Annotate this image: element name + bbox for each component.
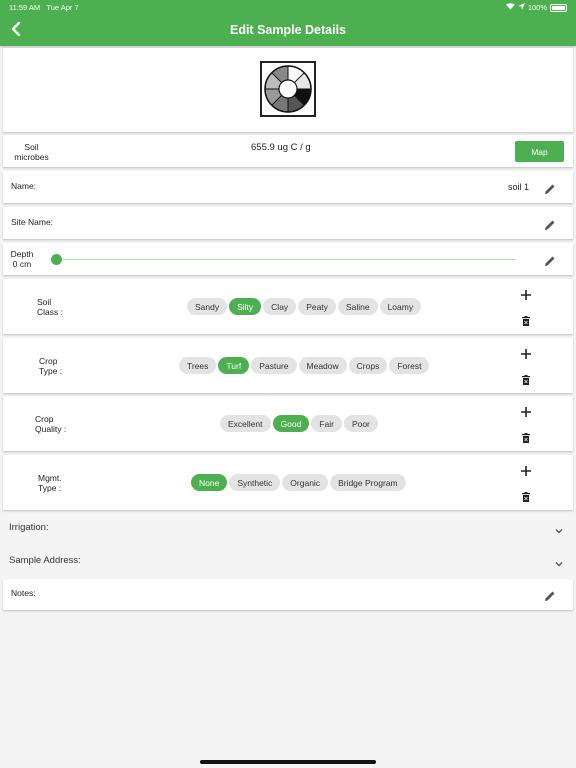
delete-crop-type-button[interactable] <box>520 373 532 385</box>
status-time: 11:59 AM Tue Apr 7 <box>9 3 79 12</box>
chip-bridge-program[interactable]: Bridge Program <box>330 474 406 491</box>
crop-type-label: Crop Type : <box>39 356 63 376</box>
chip-silty[interactable]: Silty <box>229 298 262 315</box>
chip-none[interactable]: None <box>191 474 228 491</box>
soil-class-chips: Sandy Silty Clay Peaty Saline Loamy <box>187 298 422 315</box>
logo-card <box>3 48 573 132</box>
add-crop-type-button[interactable] <box>520 347 532 359</box>
pencil-icon <box>545 256 555 266</box>
edit-site-name-button[interactable] <box>544 218 556 230</box>
mgmt-type-card: Mgmt. Type : None Synthetic Organic Brid… <box>3 455 573 510</box>
delete-crop-quality-button[interactable] <box>520 431 532 443</box>
edit-depth-button[interactable] <box>544 254 556 266</box>
edit-notes-button[interactable] <box>544 589 556 601</box>
chip-loamy[interactable]: Loamy <box>379 298 422 315</box>
pencil-icon <box>545 220 555 230</box>
depth-slider-track[interactable] <box>56 259 516 260</box>
chip-organic[interactable]: Organic <box>282 474 329 491</box>
chip-excellent[interactable]: Excellent <box>220 415 271 432</box>
chip-peaty[interactable]: Peaty <box>298 298 336 315</box>
edit-name-button[interactable] <box>544 182 556 194</box>
chip-meadow[interactable]: Meadow <box>298 357 347 374</box>
home-indicator[interactable] <box>200 760 376 764</box>
soil-microbes-value: 655.9 ug C / g <box>251 142 311 153</box>
add-mgmt-type-button[interactable] <box>520 464 532 476</box>
chip-turf[interactable]: Turf <box>218 357 250 374</box>
chip-crops[interactable]: Crops <box>348 357 388 374</box>
trash-icon <box>522 375 530 385</box>
delete-mgmt-type-button[interactable] <box>520 490 532 502</box>
depth-value: 0 cm <box>12 259 32 269</box>
notes-label: Notes: <box>11 588 36 598</box>
mgmt-type-label: Mgmt. Type : <box>38 473 62 493</box>
location-icon <box>517 3 525 12</box>
add-crop-quality-button[interactable] <box>520 405 532 417</box>
chip-good[interactable]: Good <box>272 415 310 432</box>
crop-quality-chips: Excellent Good Fair Poor <box>220 415 378 432</box>
pencil-icon <box>545 591 555 601</box>
wifi-icon <box>505 3 515 12</box>
plus-icon <box>521 407 531 417</box>
site-name-card: Site Name: <box>3 207 573 239</box>
depth-label: Depth 0 cm <box>10 249 34 269</box>
chip-sandy[interactable]: Sandy <box>187 298 228 315</box>
crop-quality-card: Crop Quality : Excellent Good Fair Poor <box>3 396 573 451</box>
depth-slider-thumb[interactable] <box>51 254 62 265</box>
chip-forest[interactable]: Forest <box>389 357 430 374</box>
trash-icon <box>522 316 530 326</box>
crop-type-chips: Trees Turf Pasture Meadow Crops Forest <box>179 357 430 374</box>
battery-percent: 100% <box>527 3 547 12</box>
page-title: Edit Sample Details <box>229 23 346 37</box>
pencil-icon <box>545 184 555 194</box>
depth-card: Depth 0 cm <box>3 243 573 275</box>
chip-synthetic[interactable]: Synthetic <box>229 474 281 491</box>
irrigation-expander[interactable]: Irrigation: <box>0 513 576 543</box>
chevron-down-icon <box>554 556 564 567</box>
chip-trees[interactable]: Trees <box>179 357 217 374</box>
name-value: soil 1 <box>508 182 530 192</box>
chip-pasture[interactable]: Pasture <box>251 357 297 374</box>
delete-soil-class-button[interactable] <box>520 314 532 326</box>
notes-card: Notes: <box>3 579 573 610</box>
sample-address-label: Sample Address: <box>9 555 81 566</box>
irrigation-label: Irrigation: <box>9 522 49 533</box>
soil-class-card: Soil Class : Sandy Silty Clay Peaty Sali… <box>3 279 573 334</box>
sample-address-expander[interactable]: Sample Address: <box>0 546 576 576</box>
soil-microbes-card: Soil microbes 655.9 ug C / g Map <box>3 135 573 167</box>
crop-type-card: Crop Type : Trees Turf Pasture Meadow Cr… <box>3 338 573 393</box>
site-name-label: Site Name: <box>11 217 54 227</box>
chip-poor[interactable]: Poor <box>343 415 378 432</box>
soil-app-logo <box>260 61 316 117</box>
chip-saline[interactable]: Saline <box>337 298 378 315</box>
chevron-down-icon <box>554 523 564 534</box>
name-field-card: Name: soil 1 <box>3 171 573 203</box>
soil-microbes-label: Soil microbes <box>14 142 49 162</box>
add-soil-class-button[interactable] <box>520 288 532 300</box>
crop-quality-label: Crop Quality : <box>35 414 67 434</box>
trash-icon <box>522 433 530 443</box>
battery-icon <box>550 3 567 12</box>
app-header: 11:59 AM Tue Apr 7 100% Edit Sample Deta… <box>0 0 576 46</box>
plus-icon <box>521 466 531 476</box>
trash-icon <box>522 492 530 502</box>
plus-icon <box>521 349 531 359</box>
name-label: Name: <box>11 181 37 191</box>
chip-fair[interactable]: Fair <box>311 415 342 432</box>
map-button[interactable]: Map <box>515 141 564 162</box>
chip-clay[interactable]: Clay <box>263 298 297 315</box>
mgmt-type-chips: None Synthetic Organic Bridge Program <box>191 474 406 491</box>
soil-class-label: Soil Class : <box>37 297 63 317</box>
status-indicators: 100% <box>505 3 567 12</box>
plus-icon <box>521 290 531 300</box>
